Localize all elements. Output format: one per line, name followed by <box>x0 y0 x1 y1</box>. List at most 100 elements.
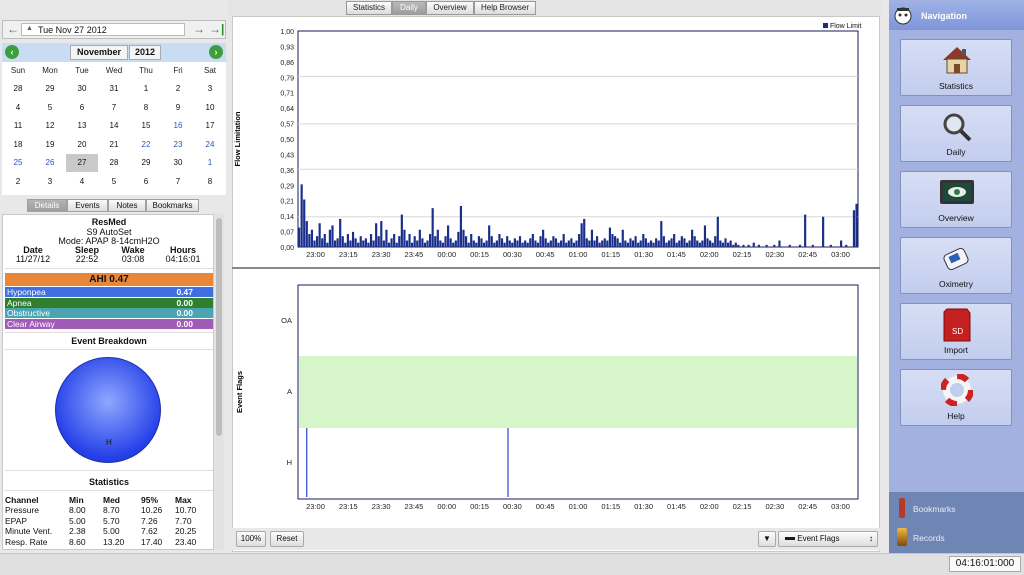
event-label: Apnea <box>7 297 32 308</box>
flow-limit-bar <box>624 240 627 247</box>
flow-limit-bar <box>385 229 388 247</box>
last-day-arrow-icon[interactable]: →| <box>209 21 224 38</box>
calendar-day[interactable]: 23 <box>162 136 194 154</box>
tab-daily[interactable]: Daily <box>392 1 426 15</box>
flow-limit-bar <box>822 216 825 247</box>
next-month-icon[interactable]: › <box>209 45 223 59</box>
calendar-day[interactable]: 30 <box>66 80 98 98</box>
calendar-day[interactable]: 24 <box>194 136 226 154</box>
flow-limit-bar <box>665 242 668 247</box>
status-bar <box>0 553 1024 575</box>
flow-limit-bar <box>575 240 578 247</box>
nav-help-button[interactable]: Help <box>900 369 1012 426</box>
calendar-day[interactable]: 16 <box>162 117 194 135</box>
flow-limit-bar <box>336 238 339 247</box>
flow-limit-bar <box>688 240 691 247</box>
flow-limit-bar <box>539 236 542 247</box>
nav-statistics-button[interactable]: Statistics <box>900 39 1012 96</box>
calendar-day[interactable]: 4 <box>2 99 34 117</box>
tab-notes[interactable]: Notes <box>108 199 146 212</box>
calendar-day[interactable]: 4 <box>66 173 98 191</box>
calendar-day[interactable]: 7 <box>98 99 130 117</box>
tab-statistics[interactable]: Statistics <box>346 1 392 15</box>
calendar-day[interactable]: 2 <box>162 80 194 98</box>
calendar-day[interactable]: 20 <box>66 136 98 154</box>
calendar-day[interactable]: 19 <box>34 136 66 154</box>
calendar-day[interactable]: 31 <box>98 80 130 98</box>
details-scroll-thumb[interactable] <box>216 218 222 436</box>
calendar-day[interactable]: 2 <box>2 173 34 191</box>
machine-brand: ResMed <box>91 217 127 227</box>
stats-cell: EPAP <box>5 515 28 526</box>
reset-button[interactable]: Reset <box>270 531 304 547</box>
stats-cell: 7.70 <box>175 515 192 526</box>
nav-overview-button[interactable]: Overview <box>900 171 1012 228</box>
tab-help-browser[interactable]: Help Browser <box>474 1 536 15</box>
calendar-day[interactable]: 6 <box>66 99 98 117</box>
calendar-day[interactable]: 8 <box>194 173 226 191</box>
calendar-day[interactable]: 5 <box>98 173 130 191</box>
calendar-day[interactable]: 22 <box>130 136 162 154</box>
flow-limit-bar <box>773 244 776 247</box>
calendar-day[interactable]: 11 <box>2 117 34 135</box>
flow-limit-bar <box>621 229 624 247</box>
calendar-day[interactable]: 13 <box>66 117 98 135</box>
records-link[interactable]: Records <box>913 533 945 543</box>
calendar-day[interactable]: 10 <box>194 99 226 117</box>
x-tick-label: 02:45 <box>798 502 817 511</box>
calendar-day[interactable]: 21 <box>98 136 130 154</box>
date-dropdown[interactable]: ▲ Tue Nov 27 2012 <box>21 23 185 36</box>
nav-import-button[interactable]: SD Import <box>900 303 1012 360</box>
flow-limit-bar <box>454 240 457 247</box>
nav-oximetry-label: Oximetry <box>939 279 973 289</box>
flow-limit-bar <box>580 223 583 247</box>
flow-limit-bar <box>629 238 632 247</box>
calendar-day[interactable]: 12 <box>34 117 66 135</box>
graph-select[interactable]: Event Flags ↕ <box>778 531 878 547</box>
dropdown-arrow-icon[interactable]: ▼ <box>758 531 776 547</box>
calendar-day[interactable]: 14 <box>98 117 130 135</box>
calendar-day[interactable]: 18 <box>2 136 34 154</box>
nav-import-label: Import <box>943 345 969 355</box>
prev-month-icon[interactable]: ‹ <box>5 45 19 59</box>
calendar-day[interactable]: 17 <box>194 117 226 135</box>
month-select[interactable]: November <box>70 45 128 60</box>
tab-bookmarks[interactable]: Bookmarks <box>146 199 199 212</box>
calendar-day[interactable]: 8 <box>130 99 162 117</box>
calendar-day[interactable]: 1 <box>130 80 162 98</box>
calendar-day[interactable]: 9 <box>162 99 194 117</box>
calendar-day[interactable]: 3 <box>194 80 226 98</box>
bookmarks-link[interactable]: Bookmarks <box>913 504 956 514</box>
calendar-day[interactable]: 29 <box>130 154 162 172</box>
sheep-mascot-icon <box>894 7 912 25</box>
calendar-day[interactable]: 6 <box>130 173 162 191</box>
view-tab-bar: Statistics Daily Overview Help Browser <box>228 0 882 16</box>
calendar-day[interactable]: 25 <box>2 154 34 172</box>
calendar-day[interactable]: 27 <box>66 154 98 173</box>
calendar-day[interactable]: 15 <box>130 117 162 135</box>
nav-daily-button[interactable]: Daily <box>900 105 1012 162</box>
calendar-day[interactable]: 1 <box>194 154 226 172</box>
tab-events[interactable]: Events <box>67 199 108 212</box>
nav-oximetry-button[interactable]: Oximetry <box>900 237 1012 294</box>
zoom-100-button[interactable]: 100% <box>236 531 266 547</box>
prev-day-arrow-icon[interactable]: ← <box>7 21 19 38</box>
calendar-day[interactable]: 26 <box>34 154 66 172</box>
calendar-day[interactable]: 5 <box>34 99 66 117</box>
calendar-day[interactable]: 30 <box>162 154 194 172</box>
x-tick-label: 23:30 <box>372 502 391 511</box>
year-select[interactable]: 2012 <box>129 45 161 60</box>
event-value: 0.00 <box>176 318 193 329</box>
calendar-day[interactable]: 7 <box>162 173 194 191</box>
tab-details[interactable]: Details <box>27 199 67 212</box>
flow-limit-bar <box>616 238 619 247</box>
calendar-day[interactable]: 3 <box>34 173 66 191</box>
y-tick-label: 0,29 <box>280 183 294 190</box>
calendar-day[interactable]: 29 <box>34 80 66 98</box>
calendar-day[interactable]: 28 <box>2 80 34 98</box>
next-day-arrow-icon[interactable]: → <box>193 21 205 38</box>
tab-overview[interactable]: Overview <box>426 1 474 15</box>
calendar-day[interactable]: 28 <box>98 154 130 172</box>
flow-limit-bar <box>470 234 473 247</box>
stats-cell: Resp. Rate <box>5 536 48 547</box>
